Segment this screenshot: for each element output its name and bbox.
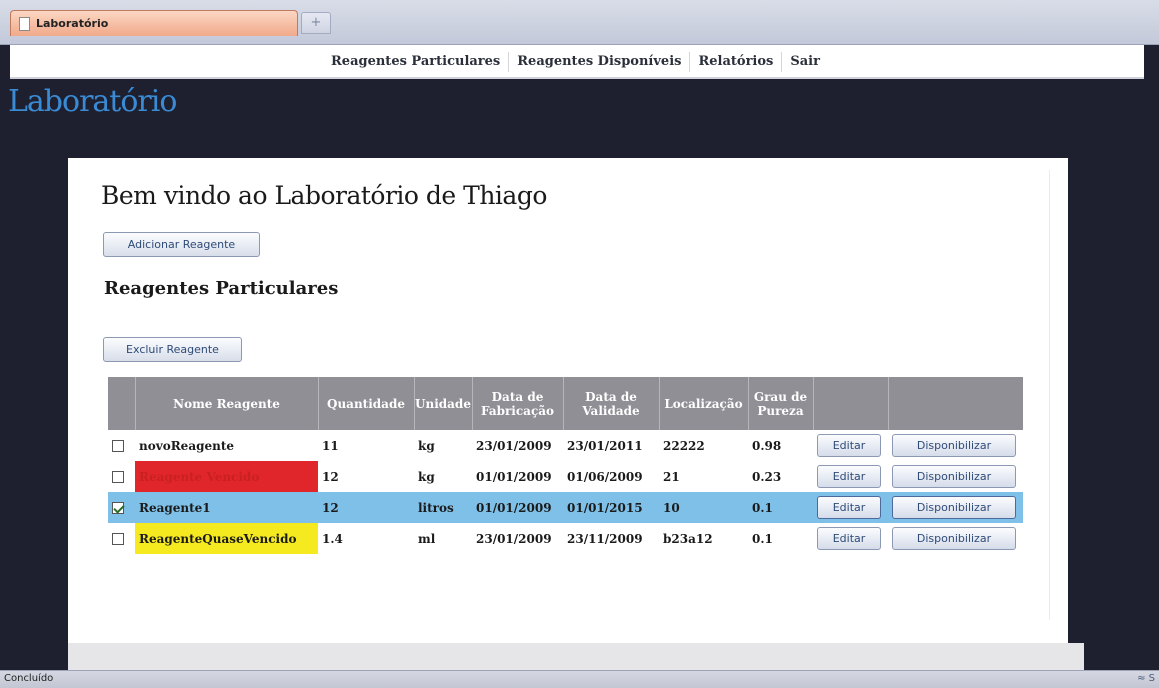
cell-nome: Reagente Vencido xyxy=(135,461,318,492)
header-unidade: Unidade xyxy=(414,377,473,430)
welcome-heading: Bem vindo ao Laboratório de Thiago xyxy=(101,181,547,210)
row-select-cell xyxy=(108,461,135,492)
header-quantidade: Quantidade xyxy=(318,377,415,430)
cell-fabricacao: 01/01/2009 xyxy=(472,492,563,523)
reagents-table: Nome Reagente Quantidade Unidade Data de… xyxy=(108,377,1023,554)
cell-nome: Reagente1 xyxy=(135,492,318,523)
footer-band xyxy=(68,643,1084,670)
row-select-cell xyxy=(108,492,135,523)
cell-nome: novoReagente xyxy=(139,438,235,453)
cell-unidade: kg xyxy=(418,469,435,484)
header-fabricacao: Data de Fabricação xyxy=(472,377,564,430)
nav-sair[interactable]: Sair xyxy=(782,52,828,72)
cell-validade: 23/01/2011 xyxy=(567,438,643,453)
cell-localizacao: b23a12 xyxy=(663,531,713,546)
header-disp xyxy=(888,377,1023,430)
cell-edit: Editar xyxy=(813,523,888,554)
nav-reagentes-particulares[interactable]: Reagentes Particulares xyxy=(323,52,510,72)
cell-disp: Disponibilizar xyxy=(888,461,1023,492)
cell-fabricacao: 23/01/2009 xyxy=(476,438,552,453)
new-tab-button[interactable]: + xyxy=(301,12,331,34)
cell-fabricacao: 23/01/2009 xyxy=(476,531,552,546)
cell-edit: Editar xyxy=(813,461,888,492)
table-row[interactable]: Reagente Vencido 12 kg 01/01/2009 01/06/2009… xyxy=(108,461,1023,492)
section-title: Reagentes Particulares xyxy=(104,278,339,299)
make-available-button[interactable]: Disponibilizar xyxy=(892,527,1016,550)
cell-fabricacao: 01/01/2009 xyxy=(476,469,552,484)
panel-divider xyxy=(1049,170,1050,620)
site-title: Laboratório xyxy=(8,84,177,119)
edit-button[interactable]: Editar xyxy=(817,496,881,519)
table-row[interactable]: Reagente1 12 litros 01/01/2009 01/01/2015 10 0… xyxy=(108,492,1023,523)
cell-quantidade: 12 xyxy=(318,492,414,523)
delete-reagent-button[interactable]: Excluir Reagente xyxy=(103,337,242,362)
row-checkbox[interactable] xyxy=(112,471,124,483)
header-edit xyxy=(813,377,889,430)
make-available-button[interactable]: Disponibilizar xyxy=(892,465,1016,488)
table-row[interactable]: novoReagente 11 kg 23/01/2009 23/01/2011 2222… xyxy=(108,430,1023,461)
cell-localizacao: 21 xyxy=(663,469,680,484)
cell-pureza: 0.98 xyxy=(752,438,782,453)
nav-relatorios[interactable]: Relatórios xyxy=(690,52,783,72)
cell-validade: 23/11/2009 xyxy=(567,531,643,546)
cell-edit: Editar xyxy=(813,430,888,461)
row-checkbox[interactable] xyxy=(112,533,124,545)
header-pureza: Grau de Pureza xyxy=(748,377,814,430)
make-available-button[interactable]: Disponibilizar xyxy=(892,434,1016,457)
header-nome: Nome Reagente xyxy=(135,377,319,430)
main-panel: Bem vindo ao Laboratório de Thiago Adici… xyxy=(68,158,1068,643)
table-row[interactable]: ReagenteQuaseVencido 1.4 ml 23/01/2009 23/11… xyxy=(108,523,1023,554)
cell-quantidade: 12 xyxy=(322,469,339,484)
cell-validade: 01/06/2009 xyxy=(567,469,643,484)
edit-button[interactable]: Editar xyxy=(817,434,881,457)
row-checkbox[interactable] xyxy=(112,502,124,514)
row-checkbox[interactable] xyxy=(112,440,124,452)
cell-unidade: ml xyxy=(418,531,436,546)
cell-pureza: 0.1 xyxy=(752,531,773,546)
browser-tab-strip: Laboratório + xyxy=(0,0,1159,45)
cell-quantidade: 11 xyxy=(322,438,339,453)
browser-tab-title: Laboratório xyxy=(36,17,109,30)
cell-pureza: 0.1 xyxy=(748,492,813,523)
edit-button[interactable]: Editar xyxy=(817,527,881,550)
status-bar: Concluído ≈ S xyxy=(0,670,1159,688)
browser-tab[interactable]: Laboratório xyxy=(10,10,298,36)
cell-edit: Editar xyxy=(813,492,888,523)
top-nav-bar: Reagentes Particulares Reagentes Disponí… xyxy=(10,45,1144,79)
status-indicator-icon: ≈ S xyxy=(1137,673,1155,684)
cell-disp: Disponibilizar xyxy=(888,430,1023,461)
cell-validade: 01/01/2015 xyxy=(563,492,659,523)
nav-links: Reagentes Particulares Reagentes Disponí… xyxy=(323,45,828,79)
nav-reagentes-disponiveis[interactable]: Reagentes Disponíveis xyxy=(509,52,691,72)
row-select-cell xyxy=(108,430,135,461)
table-header-row: Nome Reagente Quantidade Unidade Data de… xyxy=(108,377,1023,430)
status-text: Concluído xyxy=(4,673,54,684)
cell-disp: Disponibilizar xyxy=(888,523,1023,554)
header-select xyxy=(108,377,136,430)
page-icon xyxy=(19,16,30,31)
cell-unidade: kg xyxy=(418,438,435,453)
cell-quantidade: 1.4 xyxy=(322,531,343,546)
edit-button[interactable]: Editar xyxy=(817,465,881,488)
cell-nome: ReagenteQuaseVencido xyxy=(135,523,318,554)
header-localizacao: Localização xyxy=(659,377,749,430)
cell-unidade: litros xyxy=(414,492,472,523)
make-available-button[interactable]: Disponibilizar xyxy=(892,496,1016,519)
cell-disp: Disponibilizar xyxy=(888,492,1023,523)
cell-localizacao: 22222 xyxy=(663,438,705,453)
cell-localizacao: 10 xyxy=(659,492,748,523)
add-reagent-button[interactable]: Adicionar Reagente xyxy=(103,232,260,257)
header-validade: Data de Validade xyxy=(563,377,660,430)
cell-pureza: 0.23 xyxy=(752,469,782,484)
row-select-cell xyxy=(108,523,135,554)
